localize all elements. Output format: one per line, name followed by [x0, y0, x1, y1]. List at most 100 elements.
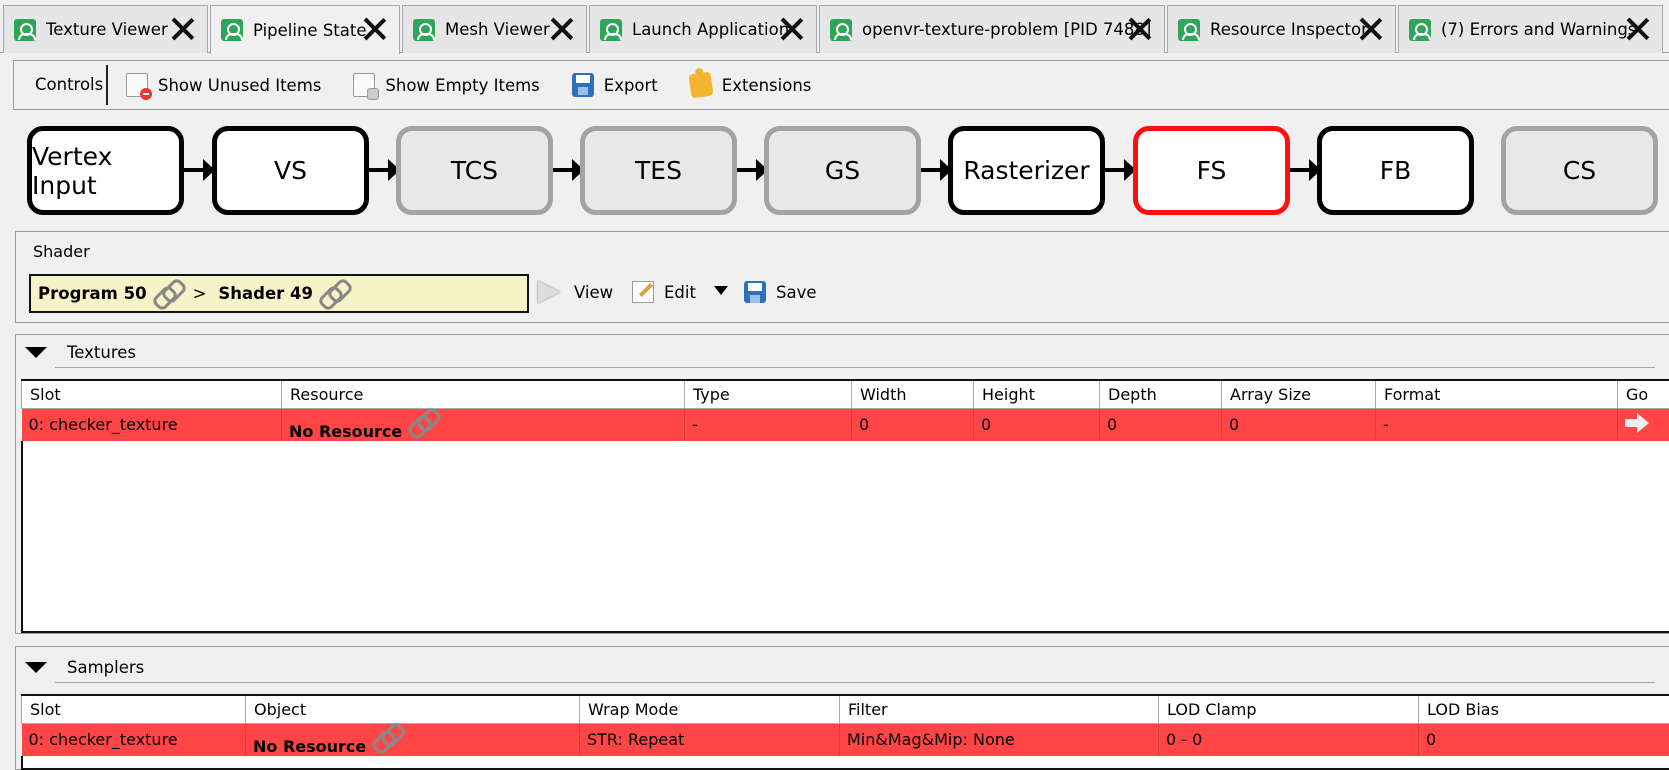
stage-tcs[interactable]: TCS — [396, 126, 553, 215]
samplers-header[interactable]: Samplers — [25, 658, 144, 677]
lod-bias-cell: 0 — [1418, 723, 1669, 756]
arrow-right-icon — [538, 281, 560, 303]
stage-label: CS — [1562, 156, 1597, 185]
edit-dropdown-icon[interactable] — [714, 286, 728, 295]
object-cell: No Resource — [245, 723, 580, 756]
flow-arrow — [1105, 159, 1136, 181]
tab-mesh-viewer[interactable]: Mesh Viewer — [402, 5, 587, 53]
show-empty-items-button[interactable]: Show Empty Items — [353, 73, 540, 100]
table-row[interactable]: 0: checker_texture No Resource - 0 0 0 0… — [21, 408, 1669, 441]
resource-cell: No Resource — [281, 408, 685, 441]
array-size-cell: 0 — [1221, 408, 1376, 441]
column-header[interactable]: Width — [851, 379, 974, 409]
tab-texture-viewer[interactable]: Texture Viewer — [3, 5, 208, 53]
view-shader-button[interactable]: View — [538, 281, 613, 303]
program-link[interactable]: Program 50 — [38, 284, 147, 303]
window-icon — [413, 18, 435, 41]
collapse-triangle-icon[interactable] — [25, 347, 47, 358]
stage-cs[interactable]: CS — [1501, 126, 1658, 215]
slot-cell: 0: checker_texture — [21, 408, 282, 441]
tab-launch-application[interactable]: Launch Application — [589, 5, 817, 53]
section-divider — [55, 367, 1655, 368]
tab-label: openvr-texture-problem [PID 7488] — [862, 20, 1152, 39]
flow-arrow — [921, 159, 952, 181]
object-link[interactable]: No Resource — [253, 737, 366, 756]
tab-capture-openvr-texture-problem[interactable]: openvr-texture-problem [PID 7488] — [819, 5, 1165, 53]
window-icon — [600, 18, 622, 41]
stage-tes[interactable]: TES — [580, 126, 737, 215]
close-icon[interactable] — [1359, 17, 1383, 41]
link-icon[interactable] — [372, 724, 400, 752]
save-shader-button[interactable]: Save — [744, 281, 817, 303]
link-icon[interactable] — [153, 280, 181, 308]
link-icon[interactable] — [408, 409, 436, 437]
show-empty-label: Show Empty Items — [385, 75, 540, 95]
tab-pipeline-state[interactable]: Pipeline State — [210, 5, 400, 54]
stage-label: FB — [1379, 156, 1412, 185]
column-header[interactable]: Wrap Mode — [579, 694, 840, 724]
tab-errors-and-warnings[interactable]: (7) Errors and Warnings — [1398, 5, 1663, 53]
breadcrumb-separator: > — [192, 284, 207, 303]
stage-rasterizer[interactable]: Rasterizer — [948, 126, 1105, 215]
stage-gs[interactable]: GS — [764, 126, 921, 215]
window-icon — [830, 18, 852, 41]
stage-vertex-input[interactable]: Vertex Input — [27, 126, 184, 215]
textures-header[interactable]: Textures — [25, 343, 136, 362]
column-header[interactable]: Depth — [1099, 379, 1222, 409]
column-header[interactable]: Array Size — [1221, 379, 1376, 409]
window-icon — [1409, 18, 1431, 41]
table-row[interactable]: 0: checker_texture No Resource STR: Repe… — [21, 723, 1669, 756]
flow-arrow — [737, 159, 768, 181]
controls-label: Controls — [14, 65, 108, 105]
column-header[interactable]: Type — [684, 379, 852, 409]
column-header[interactable]: Filter — [839, 694, 1159, 724]
column-header[interactable]: Slot — [21, 694, 246, 724]
tab-resource-inspector[interactable]: Resource Inspector — [1167, 5, 1396, 53]
column-header[interactable]: LOD Bias — [1418, 694, 1669, 724]
export-label: Export — [603, 75, 658, 95]
column-header[interactable]: LOD Clamp — [1158, 694, 1419, 724]
document-tab-bar: Texture Viewer Pipeline State Mesh Viewe… — [0, 0, 1669, 54]
wrap-mode-cell: STR: Repeat — [579, 723, 840, 756]
column-header[interactable]: Object — [245, 694, 580, 724]
lod-clamp-cell: 0 - 0 — [1158, 723, 1419, 756]
show-empty-icon — [353, 73, 380, 100]
stage-vs[interactable]: VS — [212, 126, 369, 215]
shader-group-label: Shader — [33, 242, 90, 261]
close-icon[interactable] — [363, 17, 387, 41]
column-header[interactable]: Go — [1617, 379, 1669, 409]
go-arrow-icon[interactable] — [1625, 413, 1649, 433]
section-divider — [55, 682, 1655, 683]
tab-label: Mesh Viewer — [445, 20, 550, 39]
export-button[interactable]: Export — [571, 73, 658, 97]
column-header[interactable]: Resource — [281, 379, 685, 409]
collapse-triangle-icon[interactable] — [25, 662, 47, 673]
close-icon[interactable] — [1626, 17, 1650, 41]
show-unused-items-button[interactable]: Show Unused Items — [126, 73, 321, 100]
save-disk-icon — [744, 281, 766, 303]
depth-cell: 0 — [1099, 408, 1222, 441]
pipeline-toolbar: Controls Show Unused Items Show Empty It… — [13, 60, 1669, 110]
resource-link[interactable]: No Resource — [289, 422, 402, 441]
stage-fb[interactable]: FB — [1317, 126, 1474, 215]
close-icon[interactable] — [780, 17, 804, 41]
edit-shader-button[interactable]: Edit — [632, 281, 696, 303]
close-icon[interactable] — [1128, 17, 1152, 41]
textures-title: Textures — [67, 343, 136, 362]
stage-fs[interactable]: FS — [1133, 126, 1290, 215]
samplers-table: Slot Object Wrap Mode Filter LOD Clamp L… — [21, 694, 1669, 756]
width-cell: 0 — [851, 408, 974, 441]
shader-link[interactable]: Shader 49 — [218, 284, 313, 303]
column-header[interactable]: Height — [973, 379, 1100, 409]
stage-label: Rasterizer — [963, 156, 1090, 185]
extensions-button[interactable]: Extensions — [688, 71, 811, 99]
shader-breadcrumb: Program 50 > Shader 49 — [29, 274, 529, 313]
link-icon[interactable] — [319, 280, 347, 308]
save-disk-icon — [571, 73, 594, 97]
column-header[interactable]: Format — [1375, 379, 1618, 409]
column-header[interactable]: Slot — [21, 379, 282, 409]
close-icon[interactable] — [171, 17, 195, 41]
tab-label: Resource Inspector — [1210, 20, 1368, 39]
window-icon — [221, 19, 243, 41]
close-icon[interactable] — [550, 17, 574, 41]
